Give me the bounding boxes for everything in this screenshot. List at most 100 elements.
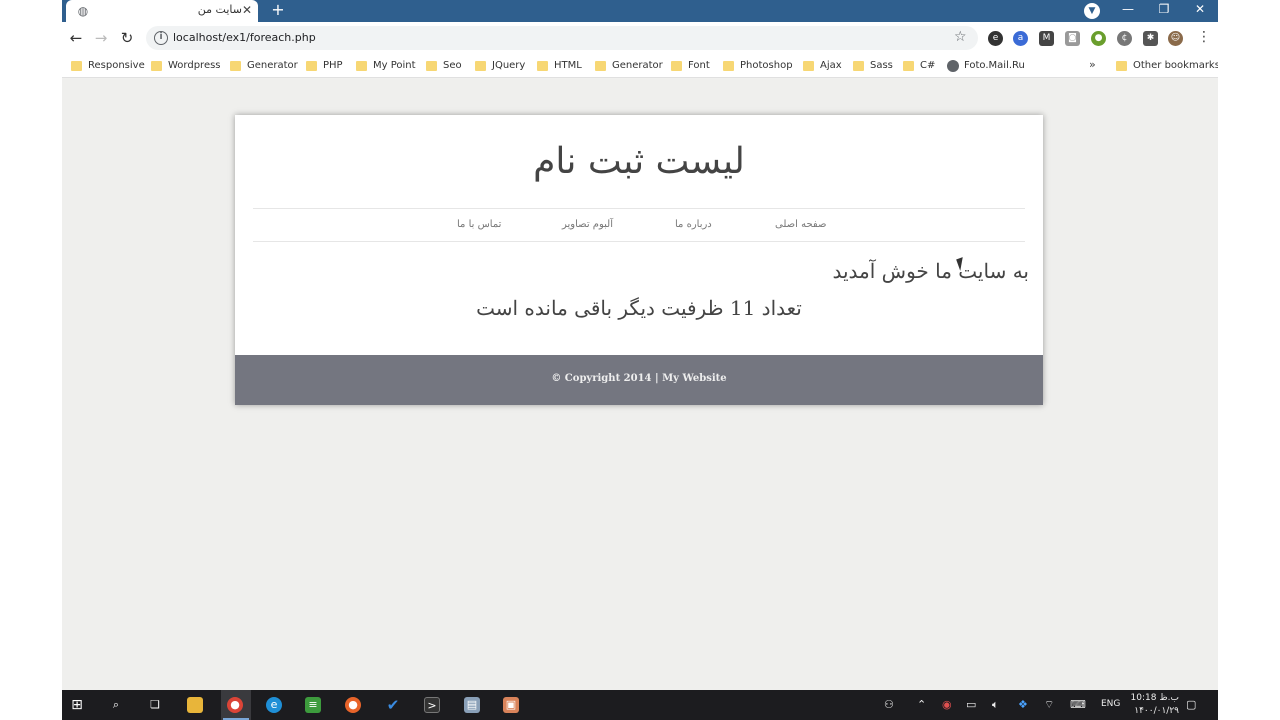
avatar[interactable]: ☺ bbox=[1168, 31, 1183, 46]
info-icon[interactable]: i bbox=[154, 31, 168, 45]
folder-icon bbox=[151, 61, 162, 71]
edge-icon[interactable]: e bbox=[266, 697, 282, 713]
windows-start-icon[interactable]: ⊞ bbox=[69, 697, 85, 713]
taskbar: ⊞ ⌕ ❏ ● e ≡ ● ✔ > ▤ ▣ ⚇ ⌃ ◉ ▭ 🔈︎ ❖ ⌔ ⌨ E… bbox=[62, 690, 1218, 720]
globe-icon: ◍ bbox=[77, 4, 89, 18]
chrome-icon[interactable]: ● bbox=[227, 697, 243, 713]
nav-about-link[interactable]: درباره ما bbox=[675, 219, 712, 230]
site-container: لیست ثبت نام صفحه اصلی درباره ما آلبوم ت… bbox=[235, 115, 1043, 405]
file-explorer-icon[interactable] bbox=[187, 697, 203, 713]
bookmark-label: Ajax bbox=[820, 60, 842, 71]
browser-tab[interactable]: ◍ سایت من ✕ bbox=[66, 0, 258, 22]
folder-icon bbox=[356, 61, 367, 71]
reload-icon[interactable]: ↻ bbox=[117, 28, 137, 48]
terminal-icon[interactable]: > bbox=[424, 697, 440, 713]
folder-icon bbox=[306, 61, 317, 71]
extension-icon-3[interactable]: M bbox=[1039, 31, 1054, 46]
keyboard-icon[interactable]: ⌨ bbox=[1070, 698, 1086, 712]
clock-time: 10:18 ب.ظ bbox=[1130, 693, 1179, 703]
folder-icon bbox=[71, 61, 82, 71]
clock[interactable]: 10:18 ب.ظ ۱۴۰۰/۰۱/۲۹ bbox=[1129, 692, 1179, 718]
record-icon[interactable]: ◉ bbox=[942, 698, 952, 712]
forward-icon[interactable]: → bbox=[91, 28, 111, 48]
bookmark-label: Wordpress bbox=[168, 60, 221, 71]
bookmark-item[interactable]: Responsive bbox=[71, 58, 145, 74]
folder-icon bbox=[671, 61, 682, 71]
folder-icon bbox=[230, 61, 241, 71]
new-tab-button[interactable]: + bbox=[268, 1, 288, 21]
bookmark-label: C# bbox=[920, 60, 936, 71]
bookmark-star-icon[interactable]: ☆ bbox=[954, 29, 967, 45]
bookmark-item[interactable]: Seo bbox=[426, 58, 462, 74]
dropbox-icon[interactable]: ❖ bbox=[1018, 698, 1028, 712]
nav-contact-link[interactable]: تماس با ما bbox=[457, 219, 501, 230]
search-icon[interactable]: ⌕ bbox=[108, 697, 124, 713]
bookmark-label: Other bookmarks bbox=[1133, 60, 1218, 71]
screen: ◍ سایت من ✕ + ▼ — ❐ ✕ ← → ↻ i localhost/… bbox=[62, 0, 1218, 720]
bookmark-item[interactable]: JQuery bbox=[475, 58, 525, 74]
copyright-text: © Copyright 2014 | My Website bbox=[551, 373, 727, 384]
nav-gallery-link[interactable]: آلبوم تصاویر bbox=[562, 219, 613, 230]
bookmark-label: Foto.Mail.Ru bbox=[964, 60, 1025, 71]
bookmark-item[interactable]: Generator bbox=[595, 58, 663, 74]
bookmark-label: PHP bbox=[323, 60, 343, 71]
media-app-icon[interactable]: ▣ bbox=[503, 697, 519, 713]
nav-home-link[interactable]: صفحه اصلی bbox=[775, 219, 826, 230]
globe-icon bbox=[947, 60, 959, 72]
extension-icon-2[interactable]: a bbox=[1013, 31, 1028, 46]
other-bookmarks[interactable]: Other bookmarks bbox=[1116, 58, 1218, 74]
extension-icon-1[interactable]: e bbox=[988, 31, 1003, 46]
people-icon[interactable]: ⚇ bbox=[884, 698, 894, 712]
tab-search-icon[interactable]: ▼ bbox=[1084, 3, 1100, 19]
extension-icon-6[interactable]: ¢ bbox=[1117, 31, 1132, 46]
bookmark-item[interactable]: My Point bbox=[356, 58, 416, 74]
vscode-icon[interactable]: ✔ bbox=[385, 697, 401, 713]
bookmark-item[interactable]: Font bbox=[671, 58, 710, 74]
capacity-text: تعداد 11 ظرفیت دیگر باقی مانده است bbox=[476, 296, 802, 320]
more-bookmarks-button[interactable]: » bbox=[1089, 58, 1096, 71]
browser-tab-bar: ◍ سایت من ✕ + ▼ — ❐ ✕ bbox=[62, 0, 1218, 22]
bookmark-item[interactable]: Wordpress bbox=[151, 58, 221, 74]
puzzle-icon[interactable]: ✱ bbox=[1143, 31, 1158, 46]
back-icon[interactable]: ← bbox=[66, 28, 86, 48]
address-bar[interactable]: i localhost/ex1/foreach.php ☆ bbox=[146, 26, 978, 50]
bookmark-item[interactable]: Sass bbox=[853, 58, 893, 74]
camera-icon[interactable]: ◙ bbox=[1065, 31, 1080, 46]
close-tab-icon[interactable]: ✕ bbox=[242, 2, 252, 18]
bookmark-label: Seo bbox=[443, 60, 462, 71]
bookmarks-bar: Responsive Wordpress Generator PHP My Po… bbox=[62, 54, 1218, 78]
language-indicator[interactable]: ENG bbox=[1101, 699, 1120, 709]
volume-icon[interactable]: 🔈︎ bbox=[992, 698, 999, 712]
notepad-icon[interactable]: ≡ bbox=[305, 697, 321, 713]
firefox-icon[interactable]: ● bbox=[345, 697, 361, 713]
close-window-icon[interactable]: ✕ bbox=[1182, 0, 1218, 22]
bookmark-item[interactable]: PHP bbox=[306, 58, 343, 74]
folder-icon bbox=[475, 61, 486, 71]
restore-icon[interactable]: ❐ bbox=[1146, 0, 1182, 22]
bookmark-item[interactable]: Ajax bbox=[803, 58, 842, 74]
chevron-up-icon[interactable]: ⌃ bbox=[917, 698, 926, 712]
bookmark-label: Sass bbox=[870, 60, 893, 71]
folder-icon bbox=[903, 61, 914, 71]
folder-icon bbox=[537, 61, 548, 71]
bookmark-label: HTML bbox=[554, 60, 582, 71]
welcome-text: به سایت ما خوش آمدید bbox=[832, 259, 1029, 283]
bookmark-item[interactable]: C# bbox=[903, 58, 935, 74]
bookmark-item[interactable]: HTML bbox=[537, 58, 582, 74]
wifi-icon[interactable]: ⌔ bbox=[1044, 698, 1054, 712]
battery-icon[interactable]: ▭ bbox=[966, 698, 976, 712]
menu-dots-icon[interactable]: ⋮ bbox=[1197, 29, 1211, 45]
minimize-icon[interactable]: — bbox=[1110, 0, 1146, 22]
bookmark-label: Photoshop bbox=[740, 60, 793, 71]
web-page: لیست ثبت نام صفحه اصلی درباره ما آلبوم ت… bbox=[62, 79, 1218, 690]
extension-icon-5[interactable]: ● bbox=[1091, 31, 1106, 46]
task-view-icon[interactable]: ❏ bbox=[147, 697, 163, 713]
folder-icon bbox=[1116, 61, 1127, 71]
bookmark-item[interactable]: Foto.Mail.Ru bbox=[947, 58, 1025, 74]
bookmark-label: Generator bbox=[247, 60, 298, 71]
notification-icon[interactable]: ▢ bbox=[1186, 698, 1196, 712]
bookmark-item[interactable]: Photoshop bbox=[723, 58, 793, 74]
site-footer: © Copyright 2014 | My Website bbox=[235, 355, 1043, 405]
bookmark-item[interactable]: Generator bbox=[230, 58, 298, 74]
window-app-icon[interactable]: ▤ bbox=[464, 697, 480, 713]
